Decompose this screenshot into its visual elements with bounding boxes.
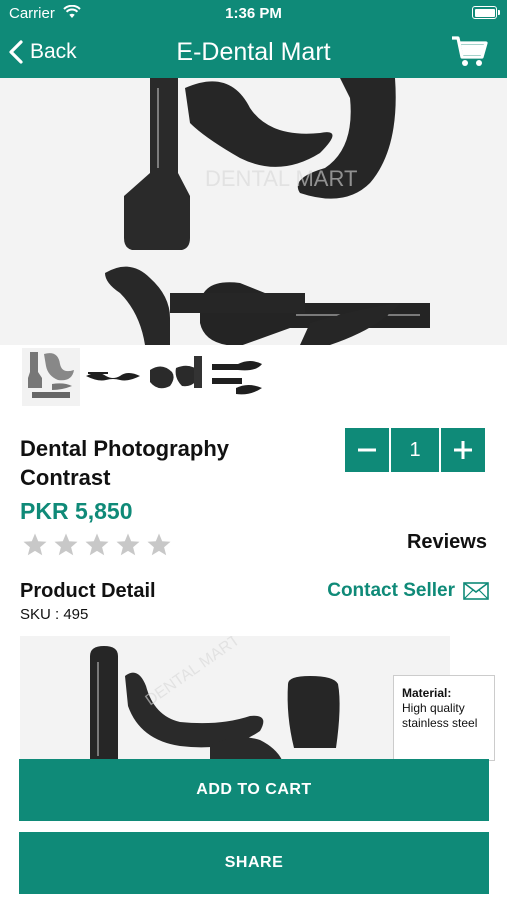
thumbnail-strip [22, 348, 266, 408]
thumbnail-1[interactable] [22, 348, 80, 406]
status-bar: Carrier 1:36 PM [0, 0, 507, 26]
thumbnail-3[interactable] [146, 348, 204, 406]
rating-stars [22, 532, 172, 558]
product-detail-heading: Product Detail [20, 580, 156, 602]
thumbnail-2[interactable] [84, 348, 142, 406]
product-image[interactable]: DENTAL MART [0, 78, 507, 345]
plus-icon [454, 441, 472, 459]
share-button[interactable]: SHARE [19, 832, 489, 894]
material-callout: Material: High quality stainless steel [393, 675, 495, 761]
increase-button[interactable] [441, 428, 485, 472]
material-value: High quality stainless steel [402, 701, 478, 730]
star-icon[interactable] [84, 532, 110, 558]
top-bar: Carrier 1:36 PM Back E-Dental Mart [0, 0, 507, 78]
thumbnail-4[interactable] [208, 348, 266, 406]
mail-icon [463, 582, 489, 600]
star-icon[interactable] [115, 532, 141, 558]
quantity-value: 1 [389, 428, 441, 472]
material-title: Material: [402, 686, 452, 700]
contact-seller-link[interactable]: Contact Seller [327, 580, 489, 602]
cart-icon[interactable] [451, 35, 489, 69]
minus-icon [358, 448, 376, 452]
product-detail-image: DENTAL MART [20, 636, 450, 760]
contact-seller-label: Contact Seller [327, 580, 455, 601]
product-title: Dental Photography Contrast [20, 436, 230, 490]
battery-icon [472, 6, 500, 19]
page-title: E-Dental Mart [176, 38, 331, 66]
decrease-button[interactable] [345, 428, 389, 472]
star-icon[interactable] [146, 532, 172, 558]
reviews-link[interactable]: Reviews [407, 531, 487, 554]
quantity-stepper: 1 [345, 428, 489, 472]
star-icon[interactable] [22, 532, 48, 558]
star-icon[interactable] [53, 532, 79, 558]
svg-text:DENTAL MART: DENTAL MART [205, 166, 357, 191]
status-time: 1:36 PM [225, 5, 282, 22]
product-price: PKR 5,850 [20, 498, 133, 524]
product-photo: DENTAL MART [0, 78, 507, 345]
detail-photo: DENTAL MART [20, 636, 450, 760]
sku-label: SKU : 495 [20, 606, 89, 623]
add-to-cart-button[interactable]: ADD TO CART [19, 759, 489, 821]
